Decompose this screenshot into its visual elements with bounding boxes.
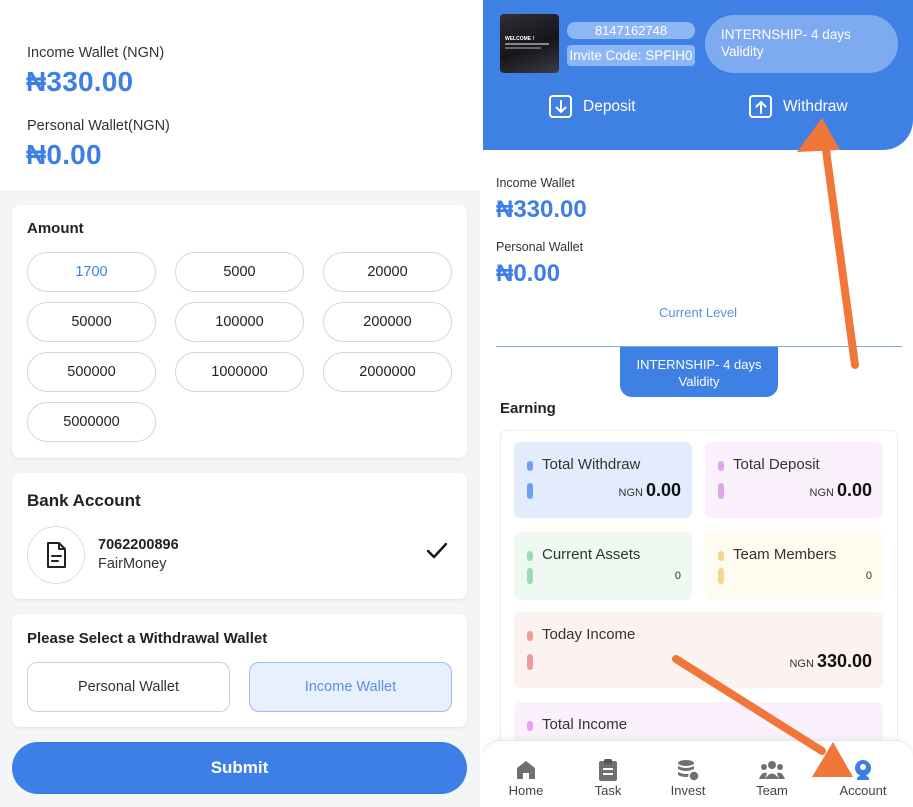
submit-button[interactable]: Submit <box>12 742 467 794</box>
income-wallet-amount: ₦330.00 <box>26 66 134 97</box>
bottom-nav: Home Task Invest Team Account <box>483 740 913 807</box>
personal-wallet-option[interactable]: Personal Wallet <box>27 662 230 712</box>
stat-team-members: Team Members 0 <box>705 532 883 600</box>
amount-option[interactable]: 200000 <box>323 302 452 342</box>
home-icon <box>491 757 561 783</box>
upload-icon <box>749 95 772 118</box>
withdraw-button[interactable]: Withdraw <box>749 95 848 118</box>
withdraw-label: Withdraw <box>783 97 848 115</box>
bank-account-title: Bank Account <box>27 491 141 510</box>
select-wallet-card: Please Select a Withdrawal Wallet Person… <box>12 614 467 727</box>
account-header: WELCOME ! 8147162748 Invite Code: SPFIH0… <box>483 0 913 150</box>
check-icon <box>426 542 448 565</box>
avatar[interactable]: WELCOME ! <box>500 14 559 73</box>
task-icon <box>573 757 643 783</box>
nav-task[interactable]: Task <box>573 757 643 798</box>
stat-current-assets: Current Assets 0 <box>514 532 692 600</box>
personal-wallet-label: Personal Wallet(NGN) <box>27 118 170 134</box>
stat-total-withdraw: Total Withdraw NGN 0.00 <box>514 442 692 518</box>
personal-wallet-amount: ₦0.00 <box>26 139 102 170</box>
bank-account-number: 7062200896 <box>98 537 179 553</box>
deposit-label: Deposit <box>583 97 636 115</box>
amount-option[interactable]: 100000 <box>175 302 304 342</box>
amount-title: Amount <box>27 220 84 237</box>
personal-wallet-label: Personal Wallet <box>496 240 584 254</box>
amount-option[interactable]: 1700 <box>27 252 156 292</box>
invest-icon <box>653 757 723 783</box>
bank-name: FairMoney <box>98 556 167 572</box>
bank-account-card[interactable]: Bank Account 7062200896 FairMoney <box>12 473 467 599</box>
amount-card: Amount 1700 5000 20000 50000 100000 2000… <box>12 205 467 458</box>
current-level-label: Current Level <box>658 305 738 320</box>
amount-option[interactable]: 2000000 <box>323 352 452 392</box>
amount-option[interactable]: 500000 <box>27 352 156 392</box>
nav-account[interactable]: Account <box>828 757 898 798</box>
income-wallet-label: Income Wallet (NGN) <box>27 45 165 61</box>
amount-option[interactable]: 50000 <box>27 302 156 342</box>
amount-option[interactable]: 5000 <box>175 252 304 292</box>
income-wallet-amount: ₦330.00 <box>496 196 587 223</box>
earning-title: Earning <box>500 400 556 417</box>
account-screen-panel: WELCOME ! 8147162748 Invite Code: SPFIH0… <box>483 0 913 807</box>
document-icon <box>27 526 85 584</box>
level-badge: INTERNSHIP- 4 days Validity <box>620 347 778 397</box>
internship-badge: INTERNSHIP- 4 days Validity <box>705 15 898 73</box>
stat-total-deposit: Total Deposit NGN 0.00 <box>705 442 883 518</box>
deposit-button[interactable]: Deposit <box>549 95 636 118</box>
income-wallet-label: Income Wallet <box>496 176 575 190</box>
amount-option[interactable]: 20000 <box>323 252 452 292</box>
team-icon <box>737 757 807 783</box>
withdraw-form-panel: Income Wallet (NGN) ₦330.00 Personal Wal… <box>0 0 480 807</box>
personal-wallet-amount: ₦0.00 <box>496 260 561 287</box>
user-phone: 8147162748 <box>567 22 695 39</box>
invite-code[interactable]: Invite Code: SPFIH0 <box>567 45 695 66</box>
nav-home[interactable]: Home <box>491 757 561 798</box>
nav-invest[interactable]: Invest <box>653 757 723 798</box>
select-wallet-title: Please Select a Withdrawal Wallet <box>27 630 268 647</box>
earning-stats: Total Withdraw NGN 0.00 Total Deposit NG… <box>500 430 898 762</box>
wallet-summary: Income Wallet (NGN) ₦330.00 Personal Wal… <box>0 0 480 190</box>
nav-team[interactable]: Team <box>737 757 807 798</box>
stat-today-income: Today Income NGN 330.00 <box>514 612 883 688</box>
account-icon <box>828 757 898 783</box>
download-icon <box>549 95 572 118</box>
income-wallet-option[interactable]: Income Wallet <box>249 662 452 712</box>
amount-option[interactable]: 5000000 <box>27 402 156 442</box>
amount-option[interactable]: 1000000 <box>175 352 304 392</box>
